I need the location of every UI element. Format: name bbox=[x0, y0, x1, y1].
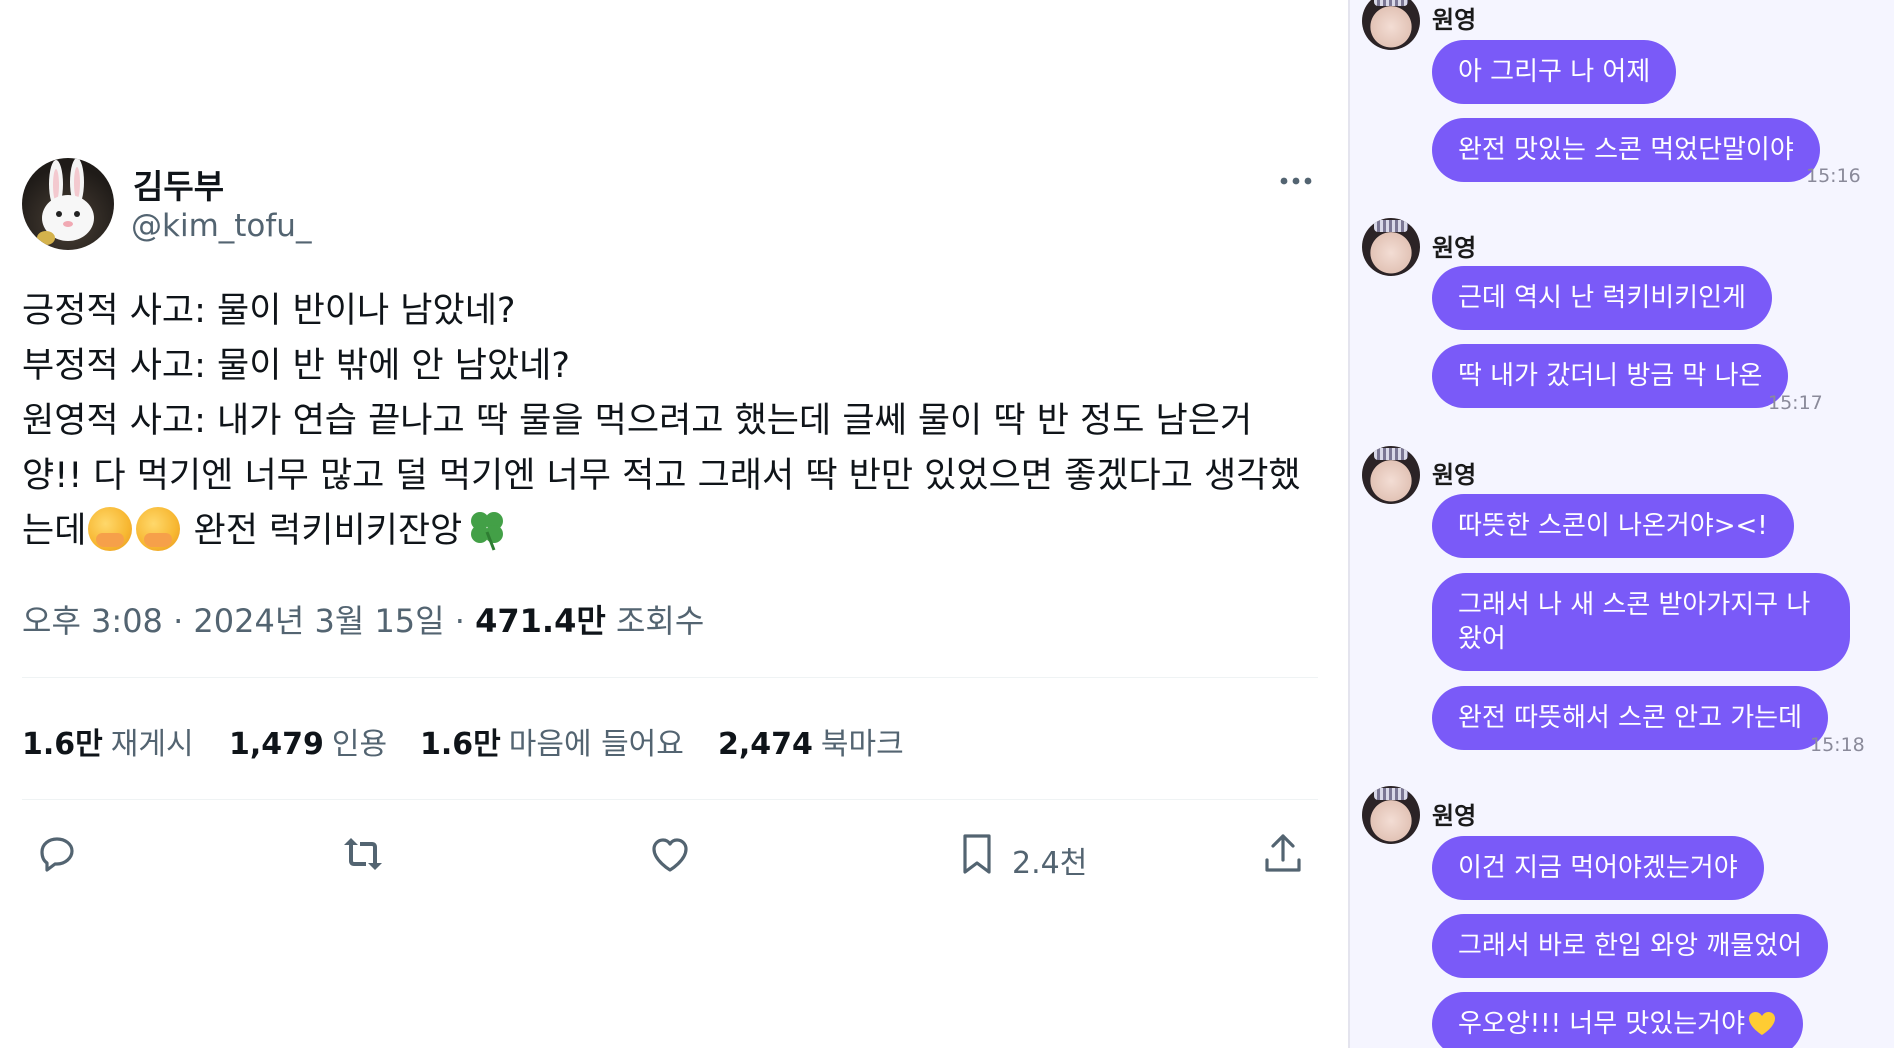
stat-likes[interactable]: 1.6만 마음에 들어요 bbox=[420, 719, 684, 763]
sender-name: 원영 bbox=[1432, 234, 1477, 262]
stat-bookmarks[interactable]: 2,474 북마크 bbox=[718, 719, 904, 763]
sender-avatar[interactable] bbox=[1362, 0, 1420, 50]
message-time: 15:18 bbox=[1810, 734, 1865, 756]
chat-bubble[interactable]: 완전 맛있는 스콘 먹었단말이야 bbox=[1432, 118, 1820, 182]
sender-name: 원영 bbox=[1432, 461, 1477, 489]
chat-bubble-text: 우오앙!!! 너무 맛있는거야 bbox=[1458, 1009, 1745, 1039]
chat-bubble[interactable]: 이건 지금 먹어야겠는거야 bbox=[1432, 836, 1764, 900]
chat-bubble[interactable]: 완전 따뜻해서 스콘 안고 가는데 bbox=[1432, 686, 1829, 750]
sender-avatar[interactable] bbox=[1362, 218, 1420, 276]
chat-bubble[interactable]: 근데 역시 난 럭키비키인게 bbox=[1432, 266, 1772, 330]
divider bbox=[22, 799, 1318, 800]
tweet-body: 긍정적 사고: 물이 반이나 남았네? 부정적 사고: 물이 반 밖에 안 남았… bbox=[22, 284, 1322, 559]
tweet-line-suffix: 완전 럭키비키잔앙 bbox=[182, 511, 463, 551]
tweet-line: 양!! 다 먹기엔 너무 많고 덜 먹기엔 너무 적고 그래서 딱 반만 있었으… bbox=[22, 456, 1301, 496]
chat-bubble[interactable]: 따뜻한 스콘이 나온거야><! bbox=[1432, 494, 1794, 558]
tweet-meta: 오후 3:08 · 2024년 3월 15일 · 471.4만 조회수 bbox=[22, 596, 704, 642]
message-time: 15:17 bbox=[1768, 392, 1823, 414]
tweet-last-line: 는데 완전 럭키비키잔앙 bbox=[22, 504, 1322, 559]
shy-face-emoji-icon bbox=[88, 507, 133, 551]
chat-bubble[interactable]: 그래서 바로 한입 와앙 깨물었어 bbox=[1432, 914, 1829, 978]
tweet-card: 김두부 @kim_tofu_ 긍정적 사고: 물이 반이나 남았네? 부정적 사… bbox=[0, 0, 1348, 1048]
retweet-icon[interactable] bbox=[339, 830, 387, 878]
sender-avatar[interactable] bbox=[1362, 786, 1420, 844]
reply-icon[interactable] bbox=[33, 830, 81, 878]
chat-bubble-last[interactable]: 우오앙!!! 너무 맛있는거야 bbox=[1432, 992, 1803, 1048]
sender-avatar[interactable] bbox=[1362, 446, 1420, 504]
four-leaf-clover-icon bbox=[471, 512, 504, 551]
sender-name: 원영 bbox=[1432, 6, 1477, 34]
views-label: 조회수 bbox=[605, 602, 705, 640]
chat-panel[interactable]: 원영 아 그리구 나 어제 완전 맛있는 스콘 먹었단말이야 15:16 원영 … bbox=[1348, 0, 1894, 1048]
message-time: 15:16 bbox=[1806, 165, 1861, 187]
tweet-timestamp[interactable]: 오후 3:08 · 2024년 3월 15일 · bbox=[22, 602, 475, 640]
sender-name: 원영 bbox=[1432, 802, 1477, 830]
shy-face-emoji-icon bbox=[136, 507, 181, 551]
tweet-line: 부정적 사고: 물이 반 밖에 안 남았네? bbox=[22, 346, 570, 386]
chat-bubble[interactable]: 아 그리구 나 어제 bbox=[1432, 40, 1677, 104]
views-count: 471.4만 bbox=[475, 602, 606, 640]
more-icon[interactable] bbox=[1276, 166, 1316, 196]
stat-reposts[interactable]: 1.6만 재게시 bbox=[22, 719, 194, 763]
tweet-line-prefix: 는데 bbox=[22, 511, 87, 551]
stat-quotes[interactable]: 1,479 인용 bbox=[229, 719, 387, 763]
chat-bubble[interactable]: 그래서 나 새 스콘 받아가지구 나왔어 bbox=[1432, 573, 1850, 671]
rabbit-avatar-image bbox=[37, 158, 94, 245]
tweet-line: 긍정적 사고: 물이 반이나 남았네? bbox=[22, 291, 516, 331]
yellow-heart-icon bbox=[1749, 1012, 1775, 1035]
bookmark-action-count: 2.4천 bbox=[1012, 846, 1088, 881]
author-name[interactable]: 김두부 bbox=[133, 160, 224, 208]
author-handle[interactable]: @kim_tofu_ bbox=[131, 208, 311, 244]
author-avatar[interactable] bbox=[22, 158, 114, 250]
divider bbox=[22, 677, 1318, 678]
like-icon[interactable] bbox=[646, 830, 694, 878]
tweet-line: 원영적 사고: 내가 연습 끝나고 딱 물을 먹으려고 했는데 글쎄 물이 딱 … bbox=[22, 401, 1253, 441]
bookmark-icon[interactable] bbox=[953, 830, 1001, 878]
chat-bubble[interactable]: 딱 내가 갔더니 방금 막 나온 bbox=[1432, 344, 1789, 408]
share-icon[interactable] bbox=[1259, 830, 1307, 878]
